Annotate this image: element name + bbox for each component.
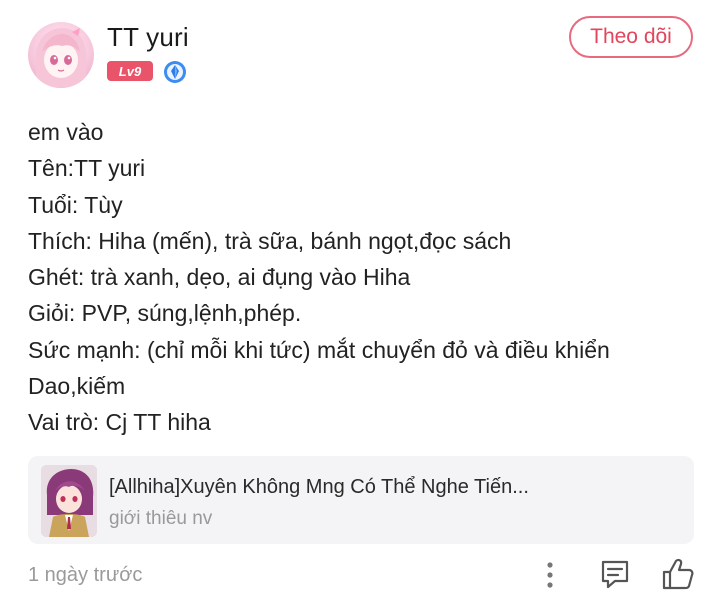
post-line: Tuổi: Tùy [28, 191, 123, 218]
post-content: em vào Tên:TT yuri Tuổi: Tùy Thích: Hiha… [28, 114, 698, 441]
post-header: TT yuri Lv9 Theo dõi [0, 0, 723, 100]
post-line: Vai trò: Cj TT hiha [28, 409, 211, 436]
level-badge: Lv9 [107, 61, 153, 81]
post-line: Ghét: trà xanh, dẹo, ai đụng vào Hiha [28, 264, 411, 291]
post-line: Thích: Hiha (mến), trà sữa, bánh ngọt,đọ… [28, 227, 512, 254]
verified-badge-icon [163, 60, 187, 84]
more-vertical-icon[interactable] [538, 560, 562, 590]
story-cover-thumbnail [41, 465, 97, 537]
post-line: Dao,kiếm [28, 373, 126, 400]
linked-story-card[interactable]: [Allhiha]Xuyên Không Mng Có Thể Nghe Tiế… [28, 456, 694, 544]
thumbs-up-icon[interactable] [660, 557, 696, 591]
story-title: [Allhiha]Xuyên Không Mng Có Thể Nghe Tiế… [109, 476, 529, 498]
username[interactable]: TT yuri [107, 22, 189, 53]
post-line: em vào [28, 119, 104, 145]
post-timestamp: 1 ngày trước [28, 564, 143, 586]
anime-girl-avatar-icon [35, 28, 87, 88]
story-subtitle: giới thiêu nv [109, 508, 213, 529]
comment-icon[interactable] [598, 557, 632, 591]
follow-button[interactable]: Theo dõi [569, 16, 693, 58]
user-avatar[interactable] [28, 22, 94, 88]
post-line: Tên:TT yuri [28, 155, 146, 182]
post-line: Sức mạnh: (chỉ mỗi khi tức) mắt chuyển đ… [28, 336, 610, 363]
post-line: Giỏi: PVP, súng,lệnh,phép. [28, 300, 302, 327]
